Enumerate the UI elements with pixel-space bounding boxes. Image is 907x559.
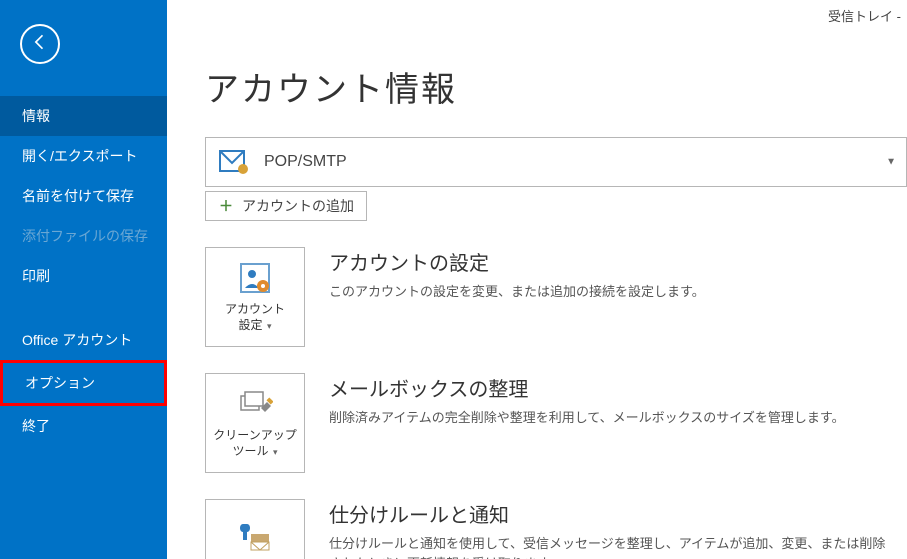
sidebar-item-info[interactable]: 情報: [0, 96, 167, 136]
account-settings-icon: [237, 260, 273, 296]
section-account-settings: アカウント設定 ▾ アカウントの設定 このアカウントの設定を変更、または追加の接…: [205, 247, 907, 347]
add-account-button[interactable]: ＋ アカウントの追加: [205, 191, 367, 221]
account-settings-desc: このアカウントの設定を変更、または追加の接続を設定します。: [329, 282, 895, 302]
sidebar-item-options[interactable]: オプション: [0, 360, 167, 406]
mailbox-icon: [216, 147, 252, 177]
chevron-down-icon: ▼: [886, 157, 896, 168]
cleanup-title: メールボックスの整理: [329, 373, 895, 402]
cleanup-caption: クリーンアップツール ▾: [213, 428, 296, 459]
rules-title: 仕分けルールと通知: [329, 499, 895, 528]
add-account-label: アカウントの追加: [242, 196, 354, 216]
rules-icon: [237, 520, 273, 556]
account-selector[interactable]: POP/SMTP ▼: [205, 137, 907, 187]
section-cleanup: クリーンアップツール ▾ メールボックスの整理 削除済みアイテムの完全削除や整理…: [205, 373, 907, 473]
chevron-down-icon: ▾: [270, 447, 277, 457]
rules-alerts-button[interactable]: 仕分けルールと: [205, 499, 305, 559]
chevron-down-icon: ▾: [264, 321, 271, 331]
cleanup-tools-button[interactable]: クリーンアップツール ▾: [205, 373, 305, 473]
sidebar-item-office-account[interactable]: Office アカウント: [0, 320, 167, 360]
account-settings-button[interactable]: アカウント設定 ▾: [205, 247, 305, 347]
cleanup-icon: [237, 386, 273, 422]
account-settings-title: アカウントの設定: [329, 247, 895, 276]
section-rules: 仕分けルールと 仕分けルールと通知 仕分けルールと通知を使用して、受信メッセージ…: [205, 499, 907, 559]
sidebar: 情報 開く/エクスポート 名前を付けて保存 添付ファイルの保存 印刷 Offic…: [0, 0, 167, 559]
arrow-left-icon: [30, 32, 50, 57]
sidebar-item-exit[interactable]: 終了: [0, 406, 167, 446]
sidebar-item-save-attachments: 添付ファイルの保存: [0, 216, 167, 256]
account-selector-label: POP/SMTP: [264, 153, 347, 171]
rules-desc: 仕分けルールと通知を使用して、受信メッセージを整理し、アイテムが追加、変更、また…: [329, 534, 895, 559]
back-button[interactable]: [20, 24, 60, 64]
sidebar-item-print[interactable]: 印刷: [0, 256, 167, 296]
account-settings-caption: アカウント設定 ▾: [225, 302, 285, 333]
sidebar-item-save-as[interactable]: 名前を付けて保存: [0, 176, 167, 216]
plus-icon: ＋: [218, 198, 234, 214]
page-title: アカウント情報: [205, 62, 907, 111]
sidebar-item-open-export[interactable]: 開く/エクスポート: [0, 136, 167, 176]
cleanup-desc: 削除済みアイテムの完全削除や整理を利用して、メールボックスのサイズを管理します。: [329, 408, 895, 428]
main-content: アカウント情報 POP/SMTP ▼ ＋ アカウントの追加: [167, 0, 907, 559]
